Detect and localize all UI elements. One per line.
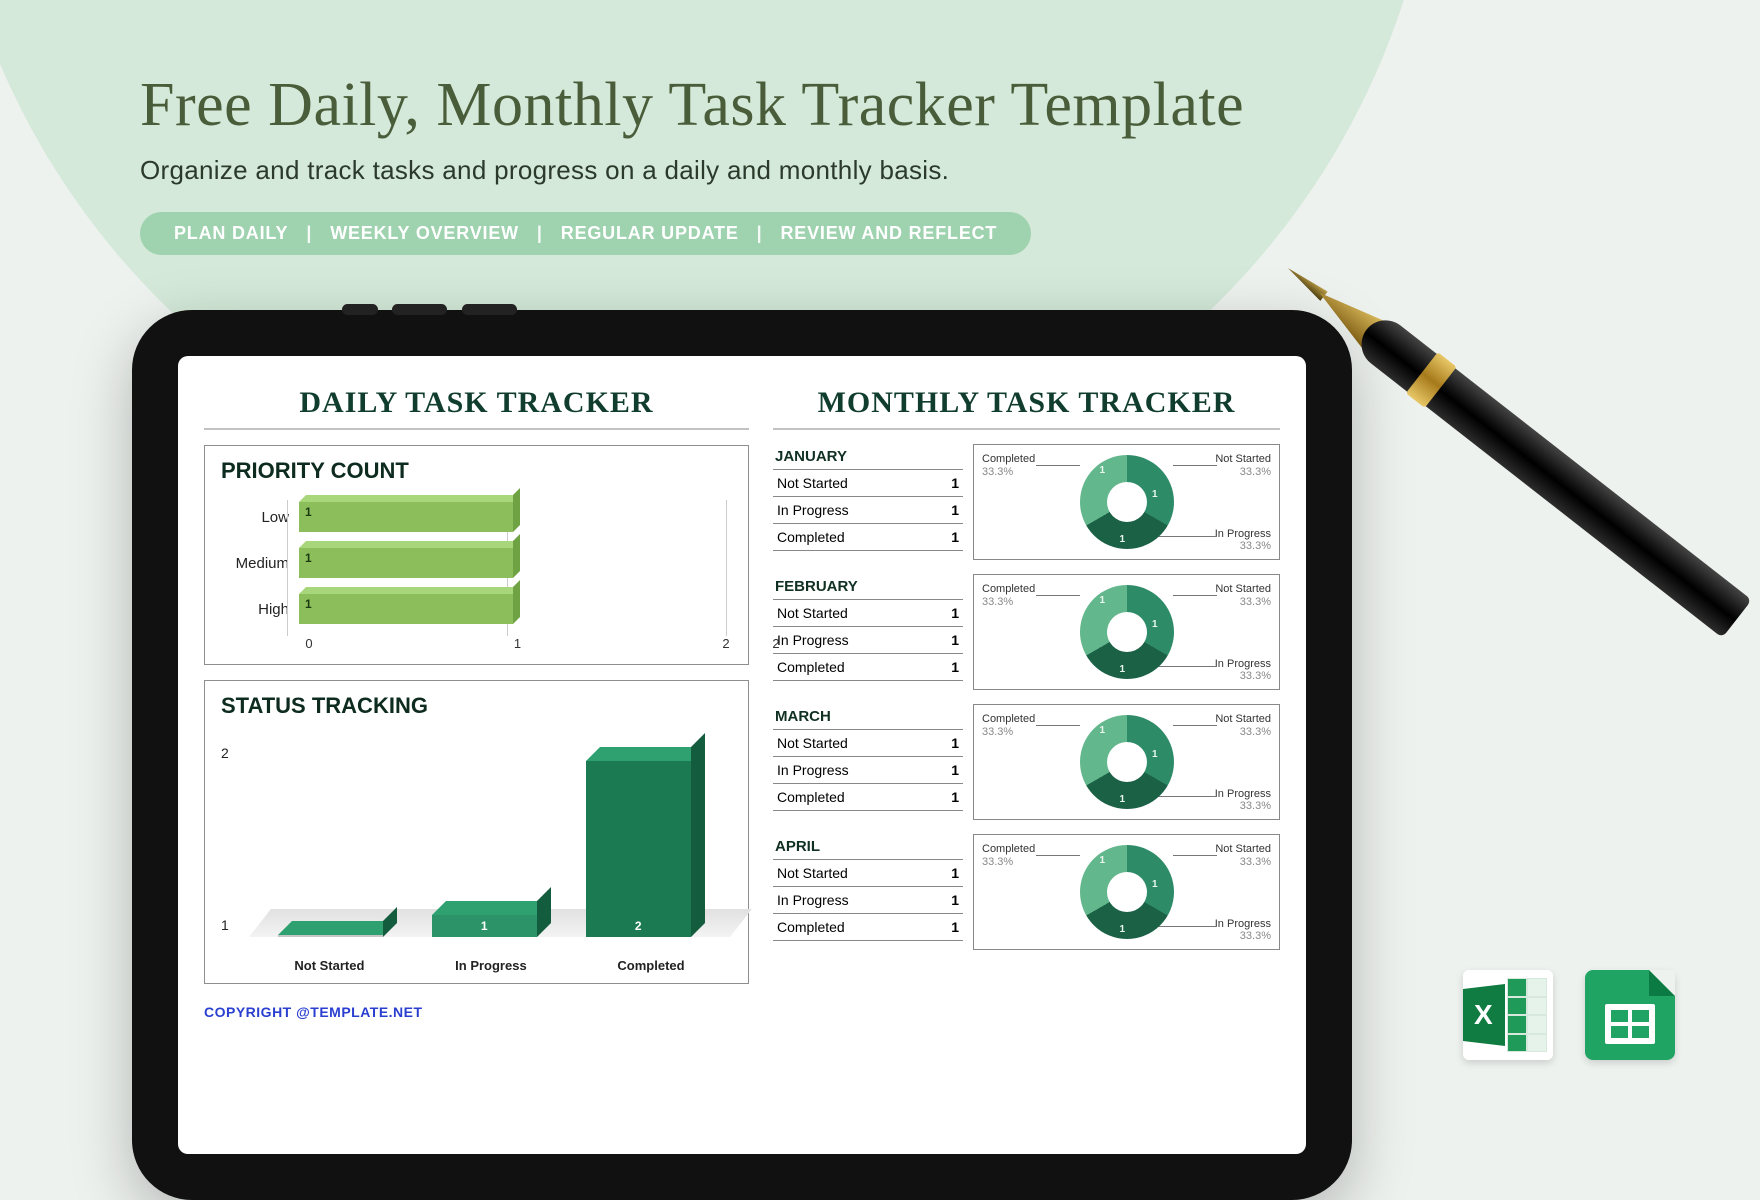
donut-label-in-progress: In Progress33.3%	[1215, 658, 1271, 683]
google-sheets-icon[interactable]	[1585, 970, 1675, 1060]
x-tick: 2	[722, 636, 729, 651]
donut-chart: 111	[1080, 715, 1174, 809]
tablet-frame: DAILY TASK TRACKER PRIORITY COUNT Low 1	[132, 310, 1352, 1200]
month-table: JANUARYNot Started1In Progress1Completed…	[773, 444, 963, 560]
x-tick: 1	[514, 636, 521, 651]
priority-label: High	[227, 601, 299, 618]
month-row: Not Started1	[773, 730, 963, 757]
priority-value: 1	[305, 505, 312, 519]
month-row: Completed1	[773, 784, 963, 811]
priority-count-panel: PRIORITY COUNT Low 1 Medium 1	[204, 445, 749, 665]
donut-panel: Completed33.3% Not Started33.3% In Progres…	[973, 704, 1280, 820]
month-block: APRILNot Started1In Progress1Completed1C…	[773, 834, 1280, 950]
status-tracking-panel: STATUS TRACKING 2 1 1 2 Not Started In P…	[204, 680, 749, 984]
daily-section-title: DAILY TASK TRACKER	[204, 380, 749, 430]
x-tick: 0	[305, 636, 312, 651]
copyright-text: COPYRIGHT @TEMPLATE.NET	[204, 1004, 749, 1020]
month-row: Not Started1	[773, 860, 963, 887]
priority-value: 1	[305, 597, 312, 611]
donut-label-completed: Completed33.3%	[982, 583, 1035, 608]
month-row: Completed1	[773, 654, 963, 681]
donut-label-completed: Completed33.3%	[982, 453, 1035, 478]
month-name: JANUARY	[773, 444, 963, 470]
status-x-label: Not Started	[294, 958, 364, 973]
donut-chart: 111	[1080, 845, 1174, 939]
status-bar-value: 1	[432, 919, 537, 933]
donut-chart: 111	[1080, 585, 1174, 679]
y-tick: 2	[221, 745, 229, 761]
month-table: FEBRUARYNot Started1In Progress1Complete…	[773, 574, 963, 690]
month-row: Not Started1	[773, 470, 963, 497]
month-row: Completed1	[773, 914, 963, 941]
page-title: Free Daily, Monthly Task Tracker Templat…	[140, 70, 1620, 141]
donut-chart: 111	[1080, 455, 1174, 549]
month-row: In Progress1	[773, 757, 963, 784]
status-bar-value: 2	[586, 919, 691, 933]
month-name: APRIL	[773, 834, 963, 860]
page-subtitle: Organize and track tasks and progress on…	[140, 155, 1620, 186]
donut-label-in-progress: In Progress33.3%	[1215, 788, 1271, 813]
month-row: Completed1	[773, 524, 963, 551]
y-tick: 1	[221, 917, 229, 933]
donut-label-in-progress: In Progress33.3%	[1215, 918, 1271, 943]
month-table: MARCHNot Started1In Progress1Completed1	[773, 704, 963, 820]
monthly-section-title: MONTHLY TASK TRACKER	[773, 380, 1280, 430]
feature-pill-row: PLAN DAILY| WEEKLY OVERVIEW| REGULAR UPD…	[140, 212, 1031, 255]
priority-label: Medium	[227, 555, 299, 572]
donut-label-not-started: Not Started33.3%	[1215, 583, 1271, 608]
x-tick: 2	[772, 636, 779, 651]
month-row: In Progress1	[773, 887, 963, 914]
donut-label-completed: Completed33.3%	[982, 713, 1035, 738]
donut-panel: Completed33.3% Not Started33.3% In Progres…	[973, 444, 1280, 560]
donut-label-not-started: Not Started33.3%	[1215, 843, 1271, 868]
donut-panel: Completed33.3% Not Started33.3% In Progres…	[973, 574, 1280, 690]
priority-row-low: Low 1	[227, 494, 726, 540]
donut-label-completed: Completed33.3%	[982, 843, 1035, 868]
donut-label-not-started: Not Started33.3%	[1215, 713, 1271, 738]
pill-plan-daily: PLAN DAILY	[174, 223, 288, 244]
month-block: MARCHNot Started1In Progress1Completed1C…	[773, 704, 1280, 820]
month-block: FEBRUARYNot Started1In Progress1Complete…	[773, 574, 1280, 690]
priority-value: 1	[305, 551, 312, 565]
status-tracking-title: STATUS TRACKING	[205, 681, 748, 723]
excel-icon[interactable]	[1463, 970, 1553, 1060]
donut-label-in-progress: In Progress33.3%	[1215, 528, 1271, 553]
donut-label-not-started: Not Started33.3%	[1215, 453, 1271, 478]
priority-label: Low	[227, 509, 299, 526]
status-x-label: Completed	[617, 958, 684, 973]
month-block: JANUARYNot Started1In Progress1Completed…	[773, 444, 1280, 560]
pill-review-reflect: REVIEW AND REFLECT	[780, 223, 997, 244]
priority-row-medium: Medium 1	[227, 540, 726, 586]
month-name: MARCH	[773, 704, 963, 730]
pill-weekly-overview: WEEKLY OVERVIEW	[330, 223, 519, 244]
priority-count-title: PRIORITY COUNT	[205, 446, 748, 488]
month-row: In Progress1	[773, 627, 963, 654]
status-x-label: In Progress	[455, 958, 527, 973]
priority-row-high: High 1	[227, 586, 726, 632]
month-row: In Progress1	[773, 497, 963, 524]
month-row: Not Started1	[773, 600, 963, 627]
month-name: FEBRUARY	[773, 574, 963, 600]
month-table: APRILNot Started1In Progress1Completed1	[773, 834, 963, 950]
donut-panel: Completed33.3% Not Started33.3% In Progres…	[973, 834, 1280, 950]
pill-regular-update: REGULAR UPDATE	[561, 223, 739, 244]
tablet-screen: DAILY TASK TRACKER PRIORITY COUNT Low 1	[178, 356, 1306, 1154]
